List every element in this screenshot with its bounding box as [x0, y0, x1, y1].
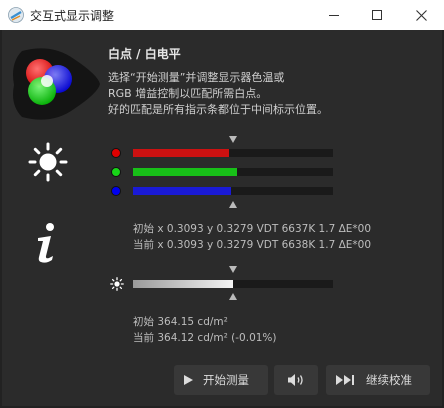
start-measurement-label: 开始测量	[203, 373, 249, 387]
instruction-line: RGB 增益控制以匹配所需白点。	[108, 87, 268, 100]
rgb-target-marker-bottom	[229, 201, 237, 208]
rgb-circles-icon	[13, 48, 100, 120]
skip-forward-icon	[336, 375, 356, 385]
maximize-icon	[372, 10, 382, 20]
luminance-initial: 初始 364.15 cd/m²	[133, 316, 228, 328]
white-point-current: 当前 x 0.3093 y 0.3279 VDT 6638K 1.7 ΔE*00	[133, 239, 372, 251]
sun-icon	[28, 142, 68, 182]
speaker-icon	[287, 373, 305, 387]
continue-calibration-label: 继续校准	[366, 373, 412, 387]
luminance-target-marker-bottom	[229, 293, 237, 300]
luminance-bar	[133, 280, 333, 288]
white-point-initial: 初始 x 0.3093 y 0.3279 VDT 6637K 1.7 ΔE*00	[133, 223, 372, 235]
continue-calibration-button[interactable]: 继续校准	[326, 365, 430, 395]
green-gain-bar	[133, 168, 333, 176]
luminance-fill	[133, 280, 233, 288]
luminance-current: 当前 364.12 cd/m² (-0.01%)	[133, 332, 277, 344]
blue-gain-fill	[133, 187, 231, 195]
rgb-target-marker-top	[229, 136, 237, 143]
instructions: 选择“开始测量”并调整显示器色温或 RGB 增益控制以匹配所需白点。 好的匹配是…	[108, 70, 328, 118]
green-indicator-dot	[111, 167, 121, 177]
minimize-button[interactable]	[312, 0, 356, 30]
instruction-line: 选择“开始测量”并调整显示器色温或	[108, 71, 285, 84]
green-gain-fill	[133, 168, 237, 176]
luminance-target-marker-top	[229, 266, 237, 273]
blue-gain-bar	[133, 187, 333, 195]
blue-indicator-dot	[111, 186, 121, 196]
sound-toggle-button[interactable]	[274, 365, 318, 395]
minimize-icon	[329, 14, 339, 16]
instruction-line: 好的匹配是所有指示条都位于中间标示位置。	[108, 103, 328, 116]
close-icon	[415, 9, 427, 21]
play-icon	[184, 375, 193, 385]
start-measurement-button[interactable]: 开始测量	[174, 365, 268, 395]
page-title: 白点 / 白电平	[108, 47, 181, 61]
app-icon	[8, 7, 24, 23]
maximize-button[interactable]	[355, 0, 399, 30]
red-gain-fill	[133, 149, 229, 157]
small-sun-icon	[110, 277, 124, 291]
info-icon	[38, 223, 54, 263]
window-title: 交互式显示调整	[30, 9, 115, 23]
red-indicator-dot	[111, 148, 121, 158]
red-gain-bar	[133, 149, 333, 157]
title-bar: 交互式显示调整	[0, 0, 444, 30]
close-button[interactable]	[399, 0, 443, 30]
